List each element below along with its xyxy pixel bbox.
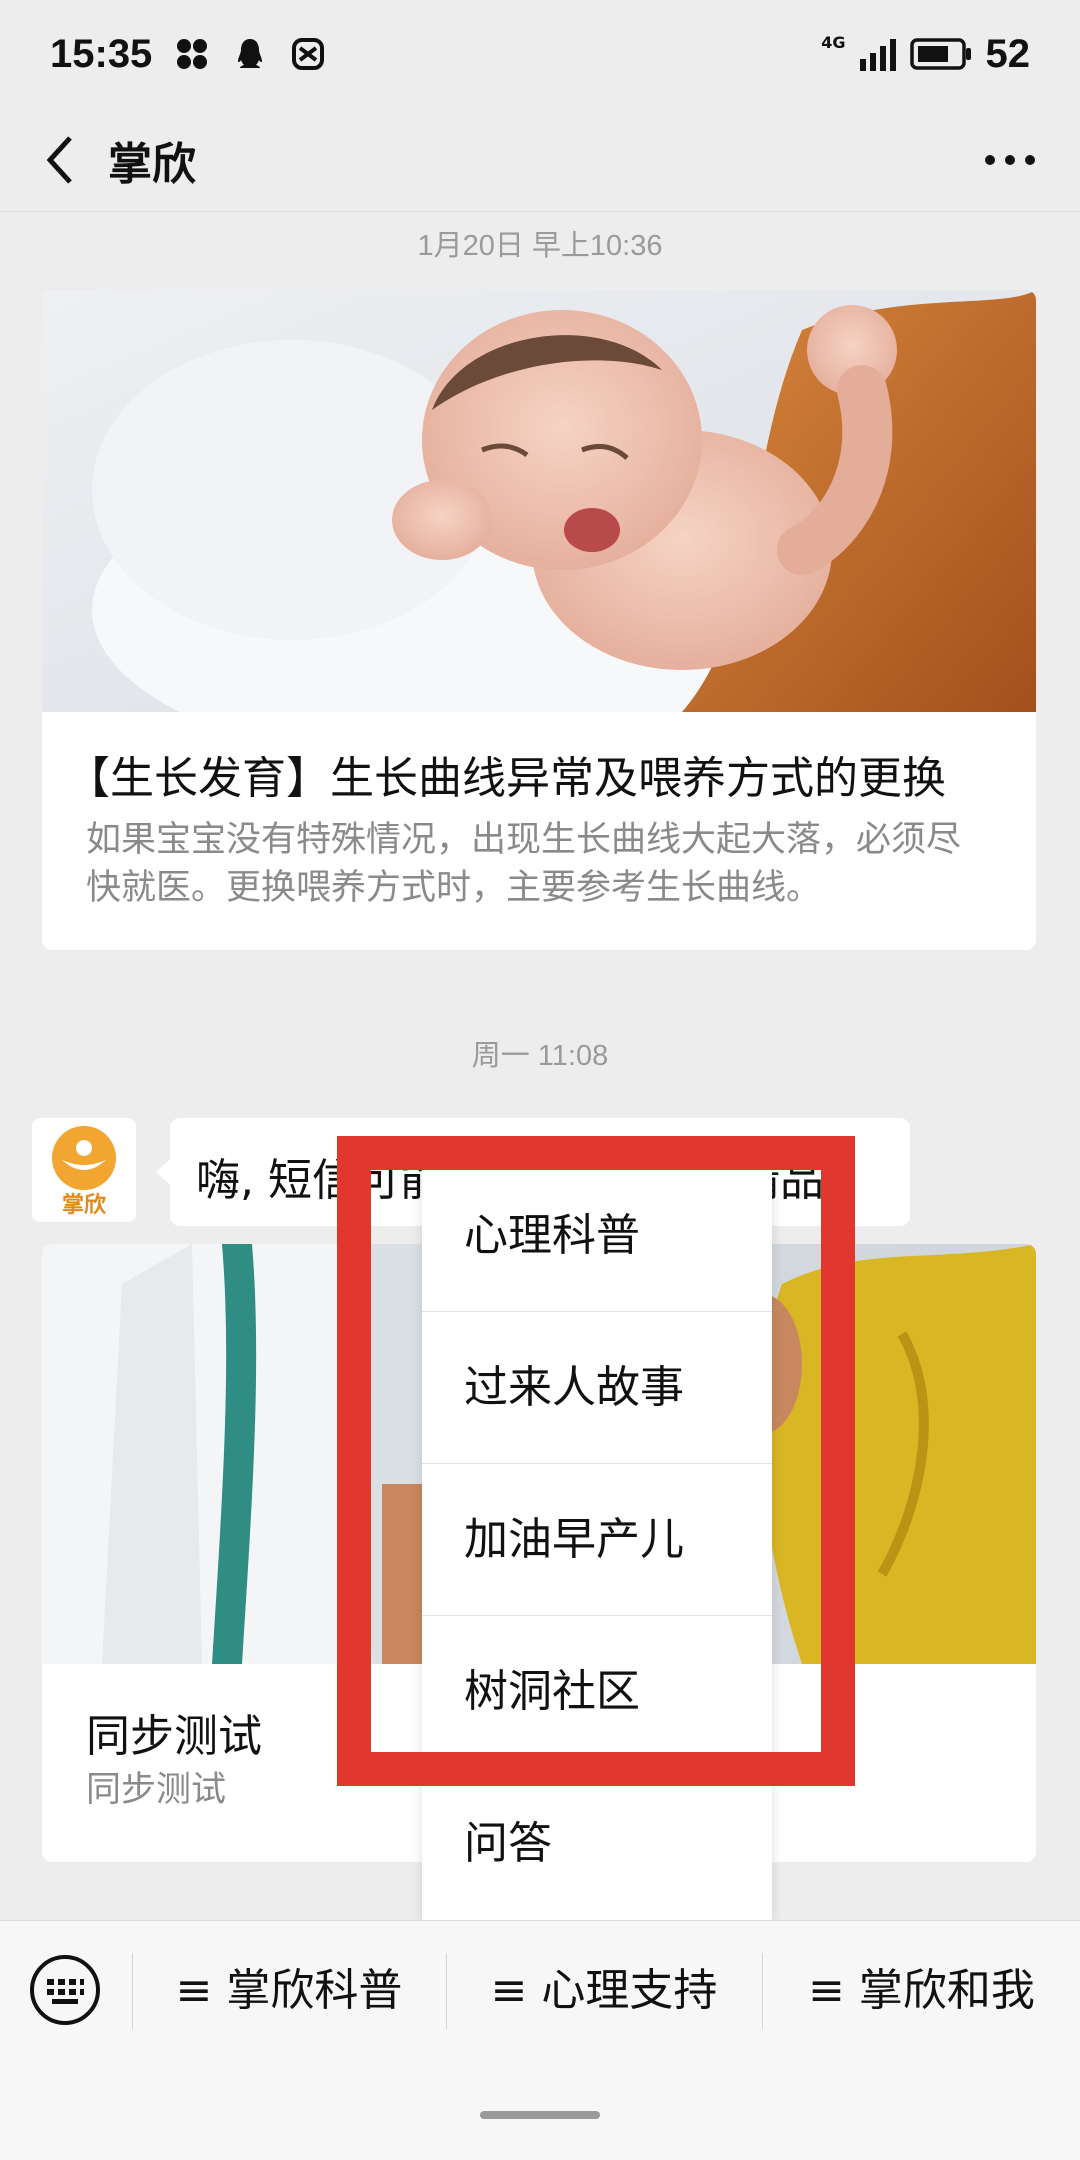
tab-psych-support[interactable]: ≡ 心理支持 (447, 1921, 761, 2061)
article-title: 【生长发育】生长曲线异常及喂养方式的更换 (66, 753, 946, 804)
nav-bar: 掌欣 (0, 108, 1080, 212)
chat-title: 掌欣 (108, 139, 196, 190)
battery-level: 52 (985, 31, 1031, 76)
network-label: 4G (821, 32, 846, 52)
bubble-tail (156, 1158, 171, 1186)
timestamp: 1月20日 早上10:36 (417, 230, 663, 262)
status-time: 15:35 (50, 31, 153, 76)
article-card[interactable]: 【生长发育】生长曲线异常及喂养方式的更换 如果宝宝没有特殊情况，出现生长曲线大起… (42, 290, 1036, 950)
keyboard-icon[interactable] (28, 1953, 102, 2027)
status-left: 15:35 (50, 32, 326, 77)
app-icon (292, 38, 325, 70)
highlight-box (337, 1136, 855, 1786)
bottom-menu-bar: ≡ 掌欣科普 ≡ 心理支持 ≡ 掌欣和我 (0, 1920, 1080, 2160)
back-arrow-icon[interactable] (40, 130, 80, 190)
home-indicator[interactable] (480, 2111, 600, 2119)
avatar[interactable]: 掌欣 (32, 1118, 136, 1222)
menu-item-qa[interactable]: 问答 (422, 1768, 772, 1920)
article-title: 同步测试 (86, 1711, 262, 1762)
timestamp: 周一 11:08 (471, 1040, 609, 1072)
article-description: 同步测试 (86, 1770, 227, 1810)
avatar-text: 掌欣 (62, 1192, 106, 1218)
status-right: 4G 52 (821, 32, 1030, 77)
status-bar: 15:35 4G 52 (0, 0, 1080, 108)
more-options-icon[interactable] (984, 146, 1036, 174)
signal-icon (859, 39, 896, 71)
baby-photo (42, 290, 1036, 712)
battery-icon (909, 38, 971, 70)
qq-icon (238, 39, 263, 68)
tab-science[interactable]: ≡ 掌欣科普 (133, 1921, 445, 2061)
brand-logo: 掌欣 (52, 1126, 116, 1218)
article-description: 如果宝宝没有特殊情况，出现生长曲线大起大落，必须尽快就医。更换喂养方式时，主要参… (86, 820, 962, 908)
tab-about-us[interactable]: ≡ 掌欣和我 (763, 1921, 1080, 2061)
app-grid-icon (177, 39, 208, 69)
